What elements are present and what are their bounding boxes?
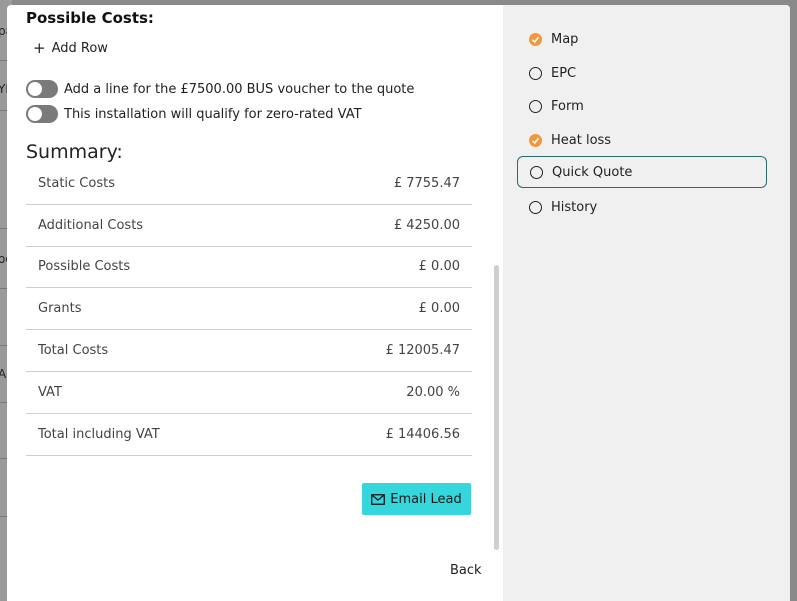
add-row-label: Add Row: [51, 41, 108, 56]
check-circle-icon: [529, 32, 542, 46]
summary-row-grants: Grants £ 0.00: [26, 288, 472, 331]
step-epc[interactable]: EPC: [517, 57, 767, 89]
radio-icon: [529, 200, 542, 214]
summary-row-possible-costs: Possible Costs £ 0.00: [26, 247, 472, 289]
radio-icon: [529, 99, 542, 113]
toggle-knob: [28, 107, 42, 121]
summary-row-label: Total including VAT: [38, 426, 160, 442]
step-form[interactable]: Form: [517, 90, 767, 122]
zero-rated-vat-toggle-label: This installation will qualify for zero-…: [64, 106, 362, 122]
email-lead-button[interactable]: Email Lead: [362, 483, 471, 515]
quote-main-panel: Possible Costs: + Add Row Add a line for…: [7, 5, 503, 601]
step-quick-quote[interactable]: Quick Quote: [517, 156, 767, 188]
summary-row-total-including-vat: Total including VAT £ 14406.56: [26, 414, 472, 456]
summary-row-value: £ 4250.00: [393, 217, 460, 233]
steps-sidebar: Map EPC Form Heat loss Quick Quote Histo…: [503, 5, 790, 601]
email-lead-label: Email Lead: [390, 491, 462, 507]
bus-voucher-toggle-row: Add a line for the £7500.00 BUS voucher …: [26, 80, 414, 98]
plus-icon: +: [33, 39, 46, 57]
envelope-icon: [371, 493, 386, 505]
summary-row-label: Total Costs: [38, 343, 109, 359]
summary-table: Static Costs £ 7755.47 Additional Costs …: [26, 163, 472, 456]
summary-row-total-costs: Total Costs £ 12005.47: [26, 330, 472, 372]
summary-row-label: Static Costs: [38, 175, 115, 191]
step-label: Map: [551, 31, 579, 47]
quote-modal: Possible Costs: + Add Row Add a line for…: [7, 5, 790, 601]
radio-icon: [530, 165, 543, 179]
step-label: EPC: [551, 65, 577, 81]
summary-row-value: £ 0.00: [418, 301, 460, 317]
summary-row-label: VAT: [38, 384, 62, 400]
possible-costs-title: Possible Costs:: [26, 9, 154, 27]
radio-icon: [529, 66, 542, 80]
summary-title: Summary:: [26, 141, 123, 163]
summary-row-label: Additional Costs: [38, 217, 144, 233]
step-label: History: [551, 199, 598, 215]
check-circle-icon: [529, 133, 542, 147]
step-heat-loss[interactable]: Heat loss: [517, 124, 767, 156]
scrollbar[interactable]: [494, 265, 499, 550]
step-label: Heat loss: [551, 132, 612, 148]
summary-row-value: £ 14406.56: [385, 426, 460, 442]
summary-row-additional-costs: Additional Costs £ 4250.00: [26, 205, 472, 247]
summary-row-vat: VAT 20.00 %: [26, 372, 472, 414]
zero-rated-vat-toggle-row: This installation will qualify for zero-…: [26, 105, 362, 123]
summary-row-value: £ 12005.47: [385, 343, 460, 359]
summary-row-static-costs: Static Costs £ 7755.47: [26, 163, 472, 205]
bus-voucher-toggle[interactable]: [26, 80, 58, 98]
toggle-knob: [28, 82, 42, 96]
summary-row-value: 20.00 %: [406, 384, 460, 400]
summary-row-value: £ 0.00: [418, 259, 460, 275]
summary-row-label: Possible Costs: [38, 259, 131, 275]
step-map[interactable]: Map: [517, 23, 767, 55]
summary-row-value: £ 7755.47: [393, 175, 460, 191]
step-history[interactable]: History: [517, 191, 767, 223]
summary-row-label: Grants: [38, 301, 82, 317]
step-label: Quick Quote: [552, 164, 633, 180]
bus-voucher-toggle-label: Add a line for the £7500.00 BUS voucher …: [64, 81, 415, 97]
zero-rated-vat-toggle[interactable]: [26, 105, 58, 123]
back-button[interactable]: Back: [450, 563, 482, 578]
add-row-button[interactable]: + Add Row: [33, 39, 108, 57]
step-label: Form: [551, 98, 584, 114]
